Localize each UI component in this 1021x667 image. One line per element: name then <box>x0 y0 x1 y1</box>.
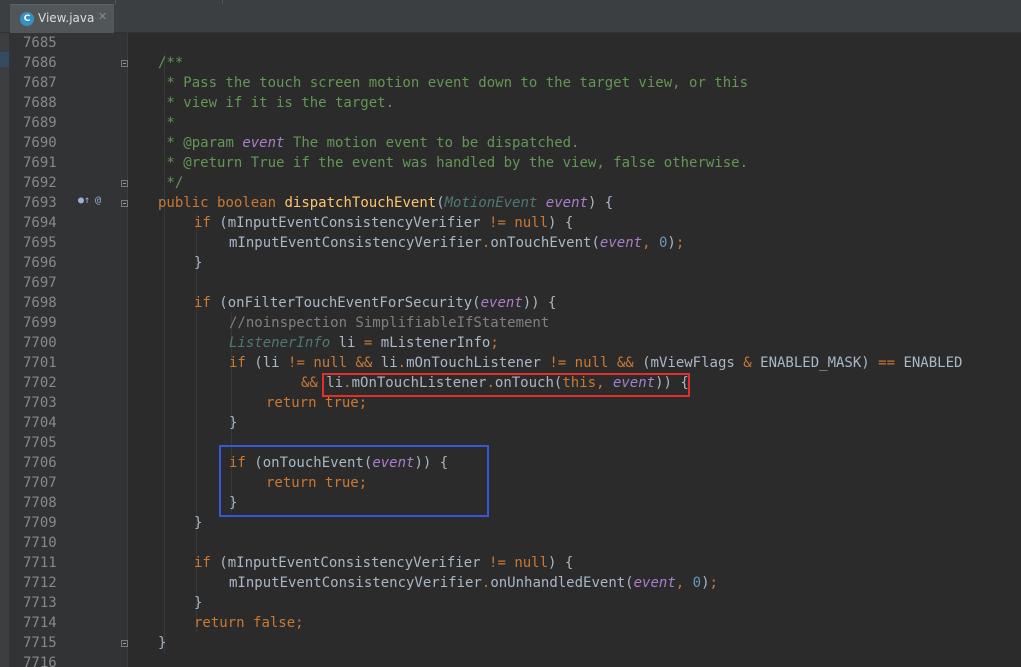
line-number: 7702 <box>23 375 57 391</box>
line-number: 7714 <box>23 615 57 631</box>
line-number: 7709 <box>23 515 57 531</box>
line-number: 7703 <box>23 395 57 411</box>
line-number: 7699 <box>23 315 57 331</box>
editor-tab-bar: C View.java ✕ <box>0 0 1021 33</box>
code-line: if (li != null && li.mOnTouchListener !=… <box>229 355 963 371</box>
code-line: return false; <box>194 615 304 631</box>
line-number: 7710 <box>23 535 57 551</box>
close-icon[interactable]: ✕ <box>98 10 107 23</box>
fold-toggle-icon[interactable] <box>121 640 128 647</box>
code-line: if (onTouchEvent(event)) { <box>229 455 449 471</box>
code-line: if (mInputEventConsistencyVerifier != nu… <box>194 555 574 571</box>
code-line: if (onFilterTouchEventForSecurity(event)… <box>194 295 557 311</box>
line-number: 7715 <box>23 635 57 651</box>
code-line: mInputEventConsistencyVerifier.onUnhandl… <box>229 575 718 591</box>
code-line: && li.mOnTouchListener.onTouch(this, eve… <box>301 375 689 391</box>
code-line: } <box>229 495 238 511</box>
line-number: 7686 <box>23 55 57 71</box>
code-line: if (mInputEventConsistencyVerifier != nu… <box>194 215 574 231</box>
line-number: 7711 <box>23 555 57 571</box>
line-number: 7687 <box>23 75 57 91</box>
line-number-gutter[interactable]: 7685 7686 7687 7688 7689 7690 7691 7692 … <box>9 33 128 667</box>
ide-window: C View.java ✕ 7685 7686 7687 7688 7689 7… <box>0 0 1021 667</box>
tab-divider <box>222 0 223 4</box>
code-line: */ <box>158 175 184 191</box>
line-number: 7690 <box>23 135 57 151</box>
tab-view-java[interactable]: C View.java ✕ <box>10 4 114 33</box>
line-number: 7697 <box>23 275 57 291</box>
code-line: return true; <box>266 395 368 411</box>
code-line: /** <box>158 55 184 71</box>
line-number: 7685 <box>23 35 57 51</box>
line-number: 7706 <box>23 455 57 471</box>
code-line: //noinspection SimplifiableIfStatement <box>229 315 550 331</box>
line-number: 7713 <box>23 595 57 611</box>
java-class-icon: C <box>20 12 34 26</box>
line-number: 7688 <box>23 95 57 111</box>
code-line: return true; <box>266 475 368 491</box>
code-line: * view if it is the target. <box>158 95 395 111</box>
annotation-marker-icon[interactable]: @ <box>95 195 101 206</box>
line-number: 7716 <box>23 655 57 667</box>
line-number: 7700 <box>23 335 57 351</box>
line-number: 7704 <box>23 415 57 431</box>
fold-toggle-icon[interactable] <box>121 200 128 207</box>
tab-label: View.java <box>38 11 95 25</box>
code-line: } <box>194 515 203 531</box>
line-number: 7698 <box>23 295 57 311</box>
line-number: 7694 <box>23 215 57 231</box>
line-number: 7692 <box>23 175 57 191</box>
line-number: 7705 <box>23 435 57 451</box>
fold-toggle-icon[interactable] <box>121 60 128 67</box>
code-editor[interactable]: /** * Pass the touch screen motion event… <box>128 33 1021 667</box>
code-line: ListenerInfo li = mListenerInfo; <box>229 335 499 351</box>
code-line: public boolean dispatchTouchEvent(Motion… <box>158 195 614 211</box>
code-line: } <box>194 595 203 611</box>
fold-toggle-icon[interactable] <box>121 180 128 187</box>
code-line: * Pass the touch screen motion event dow… <box>158 75 749 91</box>
line-number: 7701 <box>23 355 57 371</box>
code-line: } <box>229 415 238 431</box>
left-tool-strip <box>0 33 9 667</box>
line-number: 7708 <box>23 495 57 511</box>
line-number: 7695 <box>23 235 57 251</box>
code-line: * @param event The motion event to be di… <box>158 135 580 151</box>
code-line: * <box>158 115 175 131</box>
code-line: * @return True if the event was handled … <box>158 155 749 171</box>
override-marker-icon[interactable]: ●↑ <box>78 195 90 206</box>
scroll-marker <box>0 52 9 67</box>
line-number: 7689 <box>23 115 57 131</box>
code-line: mInputEventConsistencyVerifier.onTouchEv… <box>229 235 685 251</box>
line-number: 7693 <box>23 195 57 211</box>
line-number: 7691 <box>23 155 57 171</box>
line-number: 7712 <box>23 575 57 591</box>
line-number: 7707 <box>23 475 57 491</box>
code-line: } <box>158 635 167 651</box>
code-line: } <box>194 255 203 271</box>
tab-divider <box>115 0 116 4</box>
line-number: 7696 <box>23 255 57 271</box>
